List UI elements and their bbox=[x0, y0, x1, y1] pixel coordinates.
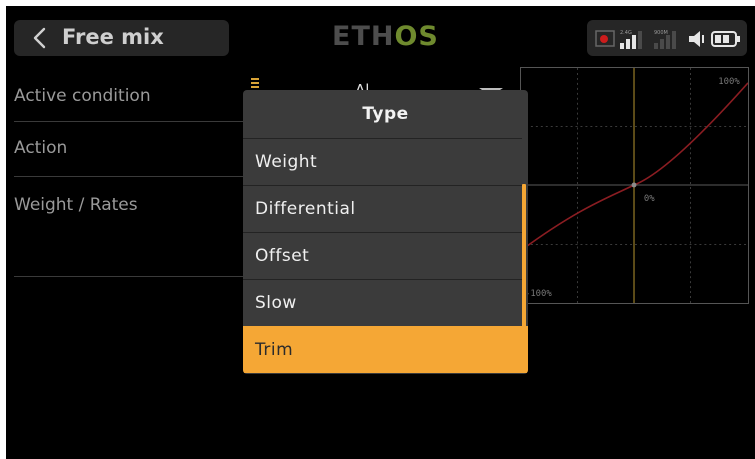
logo-main-text: ETH bbox=[332, 21, 395, 52]
curve-graph: 100% 0% -100% bbox=[520, 67, 749, 304]
screen-title: Free mix bbox=[62, 25, 164, 49]
radio-screen: Free mix ETHOS 2.4G 900M Active conditio… bbox=[6, 6, 755, 459]
logo-accent-text: OS bbox=[394, 21, 439, 52]
curve-center-label: 0% bbox=[644, 194, 655, 204]
option-offset[interactable]: Offset bbox=[243, 232, 522, 279]
curve-center-point bbox=[631, 182, 637, 188]
header-bar: Free mix ETHOS 2.4G 900M bbox=[6, 6, 755, 64]
option-slow[interactable]: Slow bbox=[243, 279, 522, 326]
option-differential[interactable]: Differential bbox=[243, 185, 522, 232]
option-trim[interactable]: Trim bbox=[243, 326, 528, 373]
active-condition-label: Active condition bbox=[14, 86, 151, 106]
battery-icon bbox=[711, 31, 740, 47]
chevron-left-icon bbox=[33, 27, 46, 49]
signal-2-label: 900M bbox=[654, 30, 668, 36]
status-bar[interactable]: 2.4G 900M bbox=[587, 20, 747, 56]
dialog-scrollbar[interactable] bbox=[522, 184, 526, 332]
option-weight[interactable]: Weight bbox=[243, 138, 522, 185]
speaker-icon bbox=[689, 31, 704, 47]
signal-900m-icon: 900M bbox=[654, 30, 676, 49]
ethos-logo: ETHOS bbox=[332, 21, 439, 52]
signal-1-label: 2.4G bbox=[620, 30, 632, 36]
signal-2g4-icon: 2.4G bbox=[620, 30, 642, 49]
record-icon bbox=[595, 30, 615, 47]
back-button[interactable]: Free mix bbox=[14, 20, 229, 56]
dialog-title: Type bbox=[362, 104, 409, 124]
curve-bottom-left-label: -100% bbox=[525, 289, 552, 299]
curve-top-right-label: 100% bbox=[718, 77, 740, 87]
action-label: Action bbox=[14, 138, 68, 158]
weight-rates-label: Weight / Rates bbox=[14, 195, 138, 215]
type-dialog: Type Weight Differential Offset Slow Tri… bbox=[243, 90, 528, 374]
